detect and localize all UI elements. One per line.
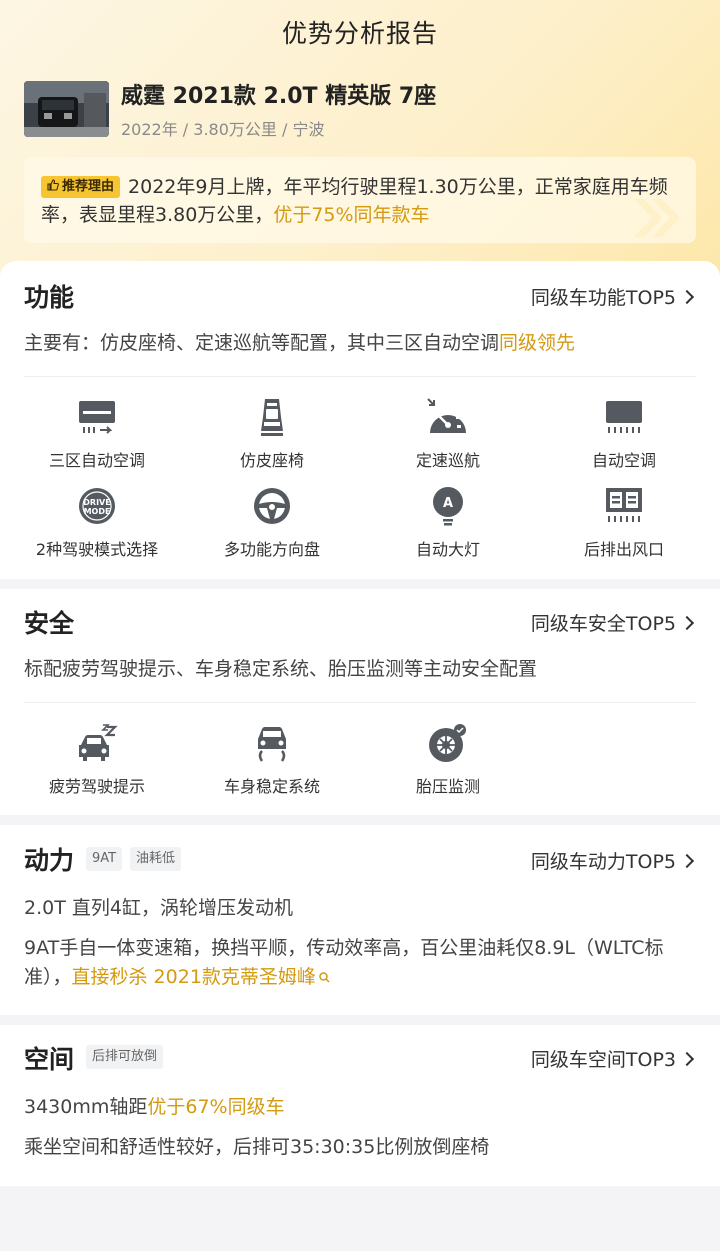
safety-title: 安全: [24, 609, 75, 638]
compare-link-label: 直接秒杀 2021款克蒂圣姆峰: [71, 966, 316, 988]
feature-item[interactable]: 胎压监测: [360, 723, 536, 797]
drive-mode-icon: DRIVE MODE: [79, 488, 115, 524]
feature-label: 2种驾驶模式选择: [35, 540, 159, 559]
power-engine: 2.0T 直列4缸，涡轮增压发动机: [24, 897, 293, 919]
fatigue-car-icon: [79, 724, 118, 761]
tire-pressure-icon: [429, 724, 466, 762]
rear-vent-icon: [606, 488, 642, 522]
ac-vent-icon: [79, 401, 115, 434]
feature-label: 疲劳驾驶提示: [48, 777, 145, 796]
chevron-right-icon: [679, 289, 695, 305]
divider: [24, 702, 696, 703]
feature-label: 多功能方向盘: [223, 540, 320, 559]
safety-top5-label: 同级车安全TOP5: [530, 613, 676, 635]
feature-label: 仿皮座椅: [239, 451, 304, 470]
drive-badge-top: DRIVE: [83, 498, 110, 507]
feature-label: 后排出风口: [583, 540, 664, 559]
divider: [24, 376, 696, 377]
power-top5-label: 同级车动力TOP5: [530, 851, 676, 873]
power-tag: 9AT: [86, 847, 123, 871]
page-title: 优势分析报告: [281, 19, 438, 48]
stability-car-icon: [258, 727, 286, 762]
power-section: 动力 9AT 油耗低 同级车动力TOP5 2.0T 直列4缸，涡轮增压发动机 9…: [0, 825, 720, 1015]
power-title: 动力: [24, 846, 75, 875]
auto-headlight-icon: A: [433, 487, 463, 526]
auto-ac-icon: [606, 401, 642, 433]
function-title: 功能: [24, 283, 75, 312]
seat-icon: [261, 399, 283, 436]
chevron-right-icon: [679, 615, 695, 631]
feature-item[interactable]: 自动空调: [536, 397, 712, 471]
drive-badge-bottom: MODE: [84, 507, 111, 516]
function-desc-text: 主要有：仿皮座椅、定速巡航等配置，其中三区自动空调: [24, 332, 500, 354]
safety-section: 安全 同级车安全TOP5 标配疲劳驾驶提示、车身稳定系统、胎压监测等主动安全配置…: [0, 589, 720, 815]
headlight-badge: A: [443, 496, 453, 511]
steering-wheel-icon: [254, 488, 290, 524]
space-comfort: 乘坐空间和舒适性较好，后排可35:30:35比例放倒座椅: [24, 1136, 490, 1158]
compare-link[interactable]: 直接秒杀 2021款克蒂圣姆峰: [72, 966, 331, 988]
feature-item[interactable]: 多功能方向盘: [184, 486, 360, 560]
feature-item[interactable]: 仿皮座椅: [184, 397, 360, 471]
car-meta: 2022年 / 3.80万公里 / 宁波: [121, 120, 325, 139]
power-top5-link[interactable]: 同级车动力TOP5: [530, 847, 695, 874]
feature-item[interactable]: DRIVE MODE 2种驾驶模式选择: [9, 486, 185, 560]
feature-label: 自动大灯: [415, 540, 480, 559]
space-wheelbase-text: 3430mm轴距: [24, 1096, 148, 1118]
function-top5-link[interactable]: 同级车功能TOP5: [530, 283, 695, 310]
feature-label: 自动空调: [591, 451, 656, 470]
function-top5-label: 同级车功能TOP5: [530, 287, 676, 309]
feature-item[interactable]: 三区自动空调: [9, 397, 185, 471]
function-desc: 主要有：仿皮座椅、定速巡航等配置，其中三区自动空调同级领先: [24, 329, 696, 358]
recommend-reason-tag: 推荐理由: [41, 176, 121, 198]
space-top3-label: 同级车空间TOP3: [530, 1049, 676, 1071]
car-name: 威霆 2021款 2.0T 精英版 7座: [121, 84, 437, 109]
decorative-quote-icon: [634, 199, 680, 237]
recommend-reason: 推荐理由 2022年9月上牌，年平均行驶里程1.30万公里，正常家庭用车频率，表显…: [24, 157, 696, 243]
space-wheelbase: 3430mm轴距优于67%同级车: [24, 1093, 696, 1122]
space-top3-link[interactable]: 同级车空间TOP3: [530, 1045, 695, 1072]
chevron-right-icon: [679, 853, 695, 869]
thumbs-up-icon: [47, 179, 59, 191]
search-icon: [319, 972, 330, 983]
space-section: 空间 后排可放倒 同级车空间TOP3 3430mm轴距优于67%同级车 乘坐空间…: [0, 1025, 720, 1186]
safety-desc: 标配疲劳驾驶提示、车身稳定系统、胎压监测等主动安全配置: [24, 658, 538, 680]
feature-label: 定速巡航: [415, 451, 480, 470]
space-wheelbase-highlight: 优于67%同级车: [147, 1096, 285, 1118]
space-tag: 后排可放倒: [86, 1045, 164, 1069]
space-title: 空间: [24, 1045, 75, 1074]
feature-label: 车身稳定系统: [223, 777, 320, 796]
feature-item[interactable]: 定速巡航: [360, 397, 536, 471]
feature-item[interactable]: 车身稳定系统: [184, 723, 360, 797]
recommend-reason-tag-label: 推荐理由: [62, 179, 115, 194]
chevron-right-icon: [679, 1051, 695, 1067]
car-thumbnail[interactable]: [24, 81, 109, 137]
feature-label: 三区自动空调: [48, 451, 145, 470]
feature-label: 胎压监测: [415, 777, 480, 796]
feature-item[interactable]: 疲劳驾驶提示: [9, 723, 185, 797]
function-section: 功能 同级车功能TOP5 主要有：仿皮座椅、定速巡航等配置，其中三区自动空调同级…: [0, 261, 720, 579]
safety-top5-link[interactable]: 同级车安全TOP5: [530, 609, 695, 636]
function-desc-highlight: 同级领先: [499, 332, 576, 354]
cruise-gauge-icon: [427, 398, 466, 433]
power-transmission: 9AT手自一体变速箱，换挡平顺，传动效率高，百公里油耗仅8.9L（WLTC标准）…: [24, 934, 696, 992]
feature-item[interactable]: 后排出风口: [536, 486, 712, 560]
feature-item[interactable]: A 自动大灯: [360, 486, 536, 560]
car-photo-icon: [24, 81, 109, 137]
recommend-reason-highlight: 优于75%同年款车: [273, 204, 430, 226]
power-tag: 油耗低: [130, 847, 182, 871]
